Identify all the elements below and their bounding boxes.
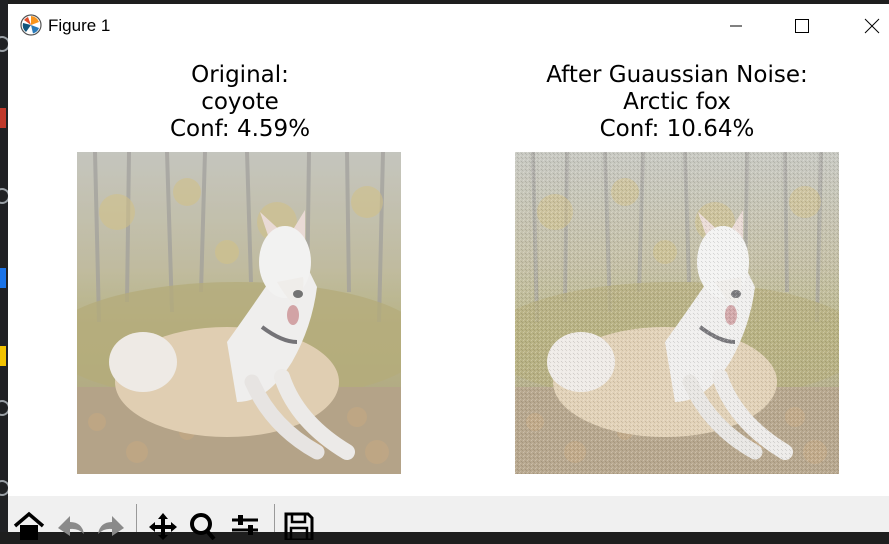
back-icon <box>58 516 84 536</box>
pan-button[interactable] <box>146 510 180 540</box>
noisy-panel-title: After Guaussian Noise: Arctic fox Conf: … <box>477 62 877 143</box>
zoom-icon <box>190 513 216 541</box>
title-line: Conf: 4.59% <box>169 116 311 142</box>
original-image <box>77 152 401 474</box>
maximize-icon <box>795 19 809 33</box>
background-icon <box>0 346 6 366</box>
figure-window: Figure 1 Original: coyote Conf: 4.59% Af… <box>8 4 889 542</box>
toolbar-separator <box>136 504 137 532</box>
save-button[interactable] <box>282 510 316 542</box>
close-icon <box>864 18 880 34</box>
title-bar[interactable]: Figure 1 <box>8 4 889 48</box>
title-line: coyote <box>201 89 279 115</box>
forward-icon <box>98 516 124 536</box>
home-button[interactable] <box>12 510 46 540</box>
window-title: Figure 1 <box>48 16 111 35</box>
original-panel-title: Original: coyote Conf: 4.59% <box>78 62 402 143</box>
matplotlib-icon <box>20 14 42 36</box>
configure-subplots-icon <box>232 515 258 535</box>
toolbar-separator <box>274 504 275 532</box>
save-icon <box>284 512 314 542</box>
background-icon <box>0 268 6 288</box>
maximize-button[interactable] <box>772 4 832 48</box>
title-line: Conf: 10.64% <box>599 116 755 142</box>
title-line: After Guaussian Noise: <box>546 62 808 88</box>
zoom-button[interactable] <box>186 510 220 541</box>
title-line: Original: <box>191 62 289 88</box>
minimize-button[interactable] <box>706 4 766 48</box>
minimize-icon <box>730 25 742 27</box>
forward-button[interactable] <box>94 510 128 540</box>
navigation-toolbar <box>8 496 889 542</box>
title-line: Arctic fox <box>623 89 731 115</box>
back-button[interactable] <box>54 510 88 540</box>
configure-subplots-button[interactable] <box>228 510 262 540</box>
home-icon <box>13 511 45 540</box>
background-icon <box>0 108 6 128</box>
close-button[interactable] <box>842 4 889 48</box>
background-app-strip <box>0 0 10 532</box>
noisy-image <box>515 152 839 474</box>
pan-icon <box>149 513 177 540</box>
